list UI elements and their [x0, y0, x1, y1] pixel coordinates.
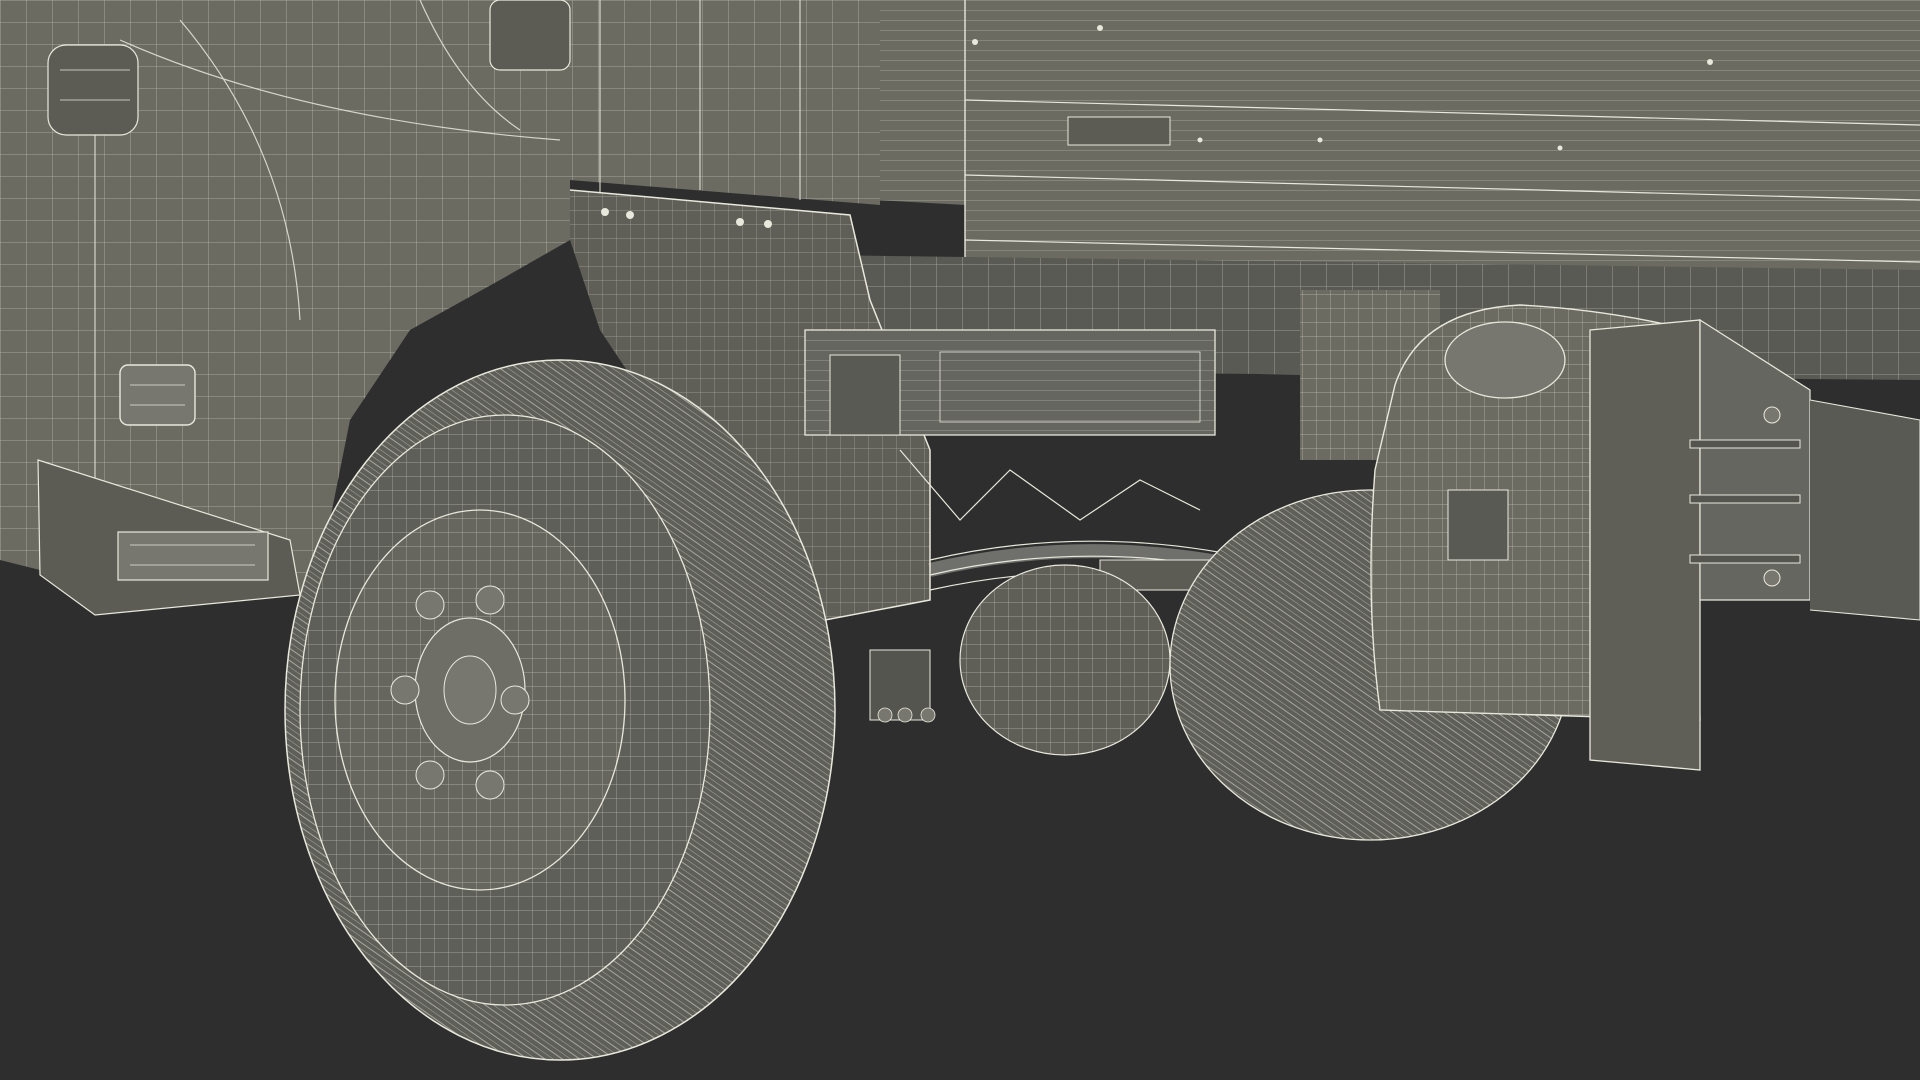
differential — [959, 564, 1171, 756]
front-wheel — [284, 359, 836, 1061]
truck-wireframe-render — [0, 0, 1920, 1080]
marker-light — [119, 364, 196, 426]
fog-light — [117, 531, 269, 581]
side-mirror — [47, 44, 139, 136]
cargo-box — [875, 0, 1920, 301]
wireframe-viewport — [0, 0, 1920, 1080]
fuel-cap — [1444, 321, 1566, 399]
side-box — [804, 329, 1216, 436]
suspension-bolts — [877, 707, 936, 723]
